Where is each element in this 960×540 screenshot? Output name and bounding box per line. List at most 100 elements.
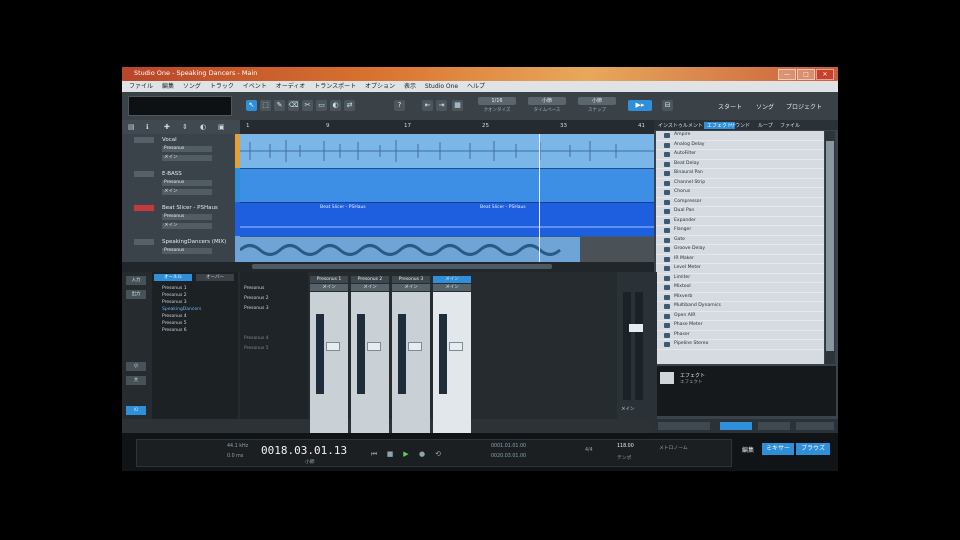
lane-vocal[interactable] xyxy=(240,134,654,168)
menu-edit[interactable]: 編集 xyxy=(162,81,174,92)
track-vocal[interactable]: Vocal Presonus メイン xyxy=(122,134,240,169)
lock-icon[interactable]: ⊟ xyxy=(662,100,673,111)
range-tool-icon[interactable]: ⬚ xyxy=(260,100,271,111)
quantize-value-button[interactable]: 1/16 xyxy=(478,97,516,105)
menu-options[interactable]: オプション xyxy=(365,81,395,92)
tab-instruments[interactable]: インストゥルメント xyxy=(658,122,703,129)
metronome-label[interactable]: メトロノーム xyxy=(659,444,688,451)
list-item[interactable]: Phaser xyxy=(656,331,824,340)
track-input[interactable]: Presonus xyxy=(162,248,212,254)
timeline-ruler[interactable]: 1 9 17 25 33 41 xyxy=(240,120,654,134)
browse-view-button[interactable]: ブラウズ xyxy=(796,443,830,455)
list-item[interactable]: Flanger xyxy=(656,226,824,236)
edit-view-button[interactable]: 編集 xyxy=(742,445,754,454)
mixer-input-button[interactable]: 入力 xyxy=(126,276,146,285)
mixer-output-button[interactable]: 出力 xyxy=(126,290,146,299)
channel-fader[interactable] xyxy=(367,342,381,351)
list-item[interactable]: Level Meter xyxy=(656,264,824,274)
effects-scroll-thumb[interactable] xyxy=(826,141,834,351)
loop-back-icon[interactable]: ⇤ xyxy=(422,100,433,111)
menu-track[interactable]: トラック xyxy=(210,81,234,92)
list-item[interactable]: Phase Meter xyxy=(656,321,824,331)
nav-start[interactable]: スタート xyxy=(718,102,742,111)
list-item[interactable]: Presonus xyxy=(244,286,264,291)
menu-song[interactable]: ソング xyxy=(183,81,201,92)
tab-loops[interactable]: ループ xyxy=(758,122,773,129)
main-output-channel[interactable]: メイン xyxy=(617,272,657,419)
snap-grid-icon[interactable]: ▦ xyxy=(452,100,463,111)
tab-sounds[interactable]: サウンド xyxy=(730,122,750,129)
mute-solo-buttons[interactable] xyxy=(134,171,154,177)
track-ebass[interactable]: E-BASS Presonus メイン xyxy=(122,168,240,203)
lane-ebass[interactable] xyxy=(240,168,654,203)
list-item[interactable]: SpeakingDancers xyxy=(162,307,201,312)
list-item[interactable]: Groove Delay xyxy=(656,245,824,255)
automation-icon[interactable]: ◐ xyxy=(200,123,206,131)
list-item[interactable]: Binaural Pan xyxy=(656,169,824,179)
arrow-tool-icon[interactable]: ↖ xyxy=(246,100,257,111)
list-item[interactable]: Presonus 5 xyxy=(162,321,187,326)
menu-studio-one[interactable]: Studio One xyxy=(425,81,458,92)
bend-tool-icon[interactable]: ◐ xyxy=(330,100,341,111)
effects-scrollbar[interactable] xyxy=(825,131,835,364)
track-output[interactable]: メイン xyxy=(162,223,212,229)
snap-value-button[interactable]: 小節 xyxy=(578,97,616,105)
time-signature[interactable]: 4/4 xyxy=(585,448,593,453)
list-item[interactable]: Channel Strip xyxy=(656,179,824,188)
folder-button[interactable] xyxy=(796,422,834,430)
mixer-io-button[interactable]: IO xyxy=(126,406,146,415)
effects-list[interactable]: Ampire Analog Delay AutoFilter Beat Dela… xyxy=(656,131,824,364)
menu-file[interactable]: ファイル xyxy=(129,81,153,92)
menu-transport[interactable]: トランスポート xyxy=(314,81,356,92)
tempo-value[interactable]: 118.00 xyxy=(617,444,634,449)
maximize-button[interactable]: □ xyxy=(797,69,815,80)
menu-view[interactable]: 表示 xyxy=(404,81,416,92)
list-item[interactable]: Presonus 4 xyxy=(162,314,187,319)
list-item[interactable]: Mixverb xyxy=(656,293,824,302)
list-item[interactable]: Limiter xyxy=(656,274,824,283)
list-item[interactable]: Presonus 3 xyxy=(244,306,269,311)
list-item[interactable]: AutoFilter xyxy=(656,150,824,160)
channel-io[interactable]: メイン xyxy=(351,284,389,291)
info-icon[interactable]: ℹ xyxy=(146,123,149,131)
list-item[interactable]: Chorus xyxy=(656,188,824,198)
main-fader[interactable] xyxy=(629,324,643,332)
list-item[interactable]: Presonus 4 xyxy=(244,336,269,341)
lane-mix[interactable] xyxy=(240,236,654,262)
event-beat-slicer-b[interactable]: Beat Slicer - PSHaus xyxy=(480,205,526,210)
record-icon[interactable]: ● xyxy=(417,449,427,459)
track-mix[interactable]: SpeakingDancers (MIX) Presonus xyxy=(122,236,240,263)
mute-solo-buttons[interactable] xyxy=(134,137,154,143)
mixer-channel-3[interactable]: Presonus 3 メイン xyxy=(392,276,430,434)
list-item[interactable]: Analog Delay xyxy=(656,141,824,150)
mixer-channel-1[interactable]: Presonus 1 メイン xyxy=(310,276,348,434)
lane-beat-slicer[interactable]: Beat Slicer - PSHaus Beat Slicer - PSHau… xyxy=(240,202,654,237)
listen-tool-icon[interactable]: ⇄ xyxy=(344,100,355,111)
autoscroll-icon[interactable]: ▶▸ xyxy=(628,100,652,111)
list-item[interactable]: Beat Delay xyxy=(656,160,824,169)
list-item[interactable]: Mixtool xyxy=(656,283,824,293)
track-output[interactable]: メイン xyxy=(162,189,212,195)
list-item[interactable]: Expander xyxy=(656,217,824,226)
nav-song[interactable]: ソング xyxy=(756,102,774,111)
mixer-channel-2[interactable]: Presonus 2 メイン xyxy=(351,276,389,434)
track-beat-slicer[interactable]: Beat Slicer - PSHaus Presonus メイン xyxy=(122,202,240,237)
expand-icon[interactable]: ⇕ xyxy=(182,123,188,131)
event-beat-slicer-a[interactable]: Beat Slicer - PSHaus xyxy=(320,205,366,210)
channel-io[interactable]: メイン xyxy=(433,284,471,291)
list-item[interactable]: Presonus 2 xyxy=(244,296,269,301)
track-input[interactable]: Presonus xyxy=(162,146,212,152)
eraser-tool-icon[interactable]: ⌫ xyxy=(288,100,299,111)
loop-end[interactable]: 0020.03.01.00 xyxy=(491,454,526,459)
pencil-tool-icon[interactable]: ✎ xyxy=(274,100,285,111)
channel-fader[interactable] xyxy=(326,342,340,351)
loop-fwd-icon[interactable]: ⇥ xyxy=(436,100,447,111)
mixer-view-button[interactable]: ミキサー xyxy=(762,443,794,455)
channel-io[interactable]: メイン xyxy=(392,284,430,291)
add-track-icon[interactable]: ✚ xyxy=(164,123,170,131)
list-item[interactable]: Multiband Dynamics xyxy=(656,302,824,312)
arrange-view[interactable]: 1 9 17 25 33 41 Beat Slicer - PSHaus Bea… xyxy=(240,120,654,262)
mixer-small-button[interactable]: 小 xyxy=(126,362,146,371)
list-item[interactable]: Gate xyxy=(656,236,824,245)
mute-tool-icon[interactable]: ▭ xyxy=(316,100,327,111)
